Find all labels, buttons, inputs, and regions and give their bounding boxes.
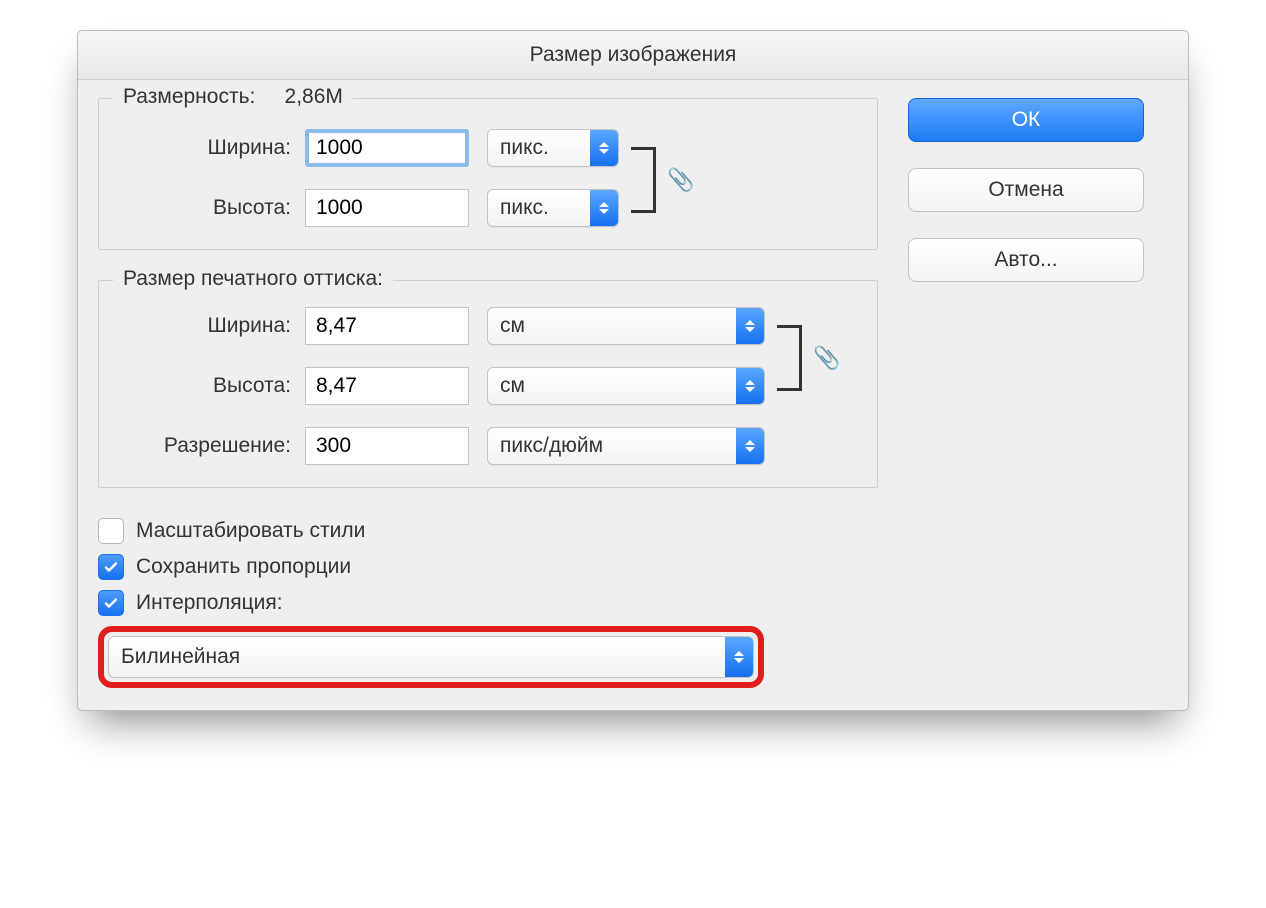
checkbox-unchecked-icon	[98, 518, 124, 544]
print-width-label: Ширина:	[121, 314, 291, 338]
print-size-legend: Размер печатного оттиска:	[113, 267, 393, 291]
pixel-height-unit-select[interactable]: пикс.	[487, 189, 619, 227]
chevron-updown-icon	[590, 190, 618, 226]
cancel-button[interactable]: Отмена	[908, 168, 1144, 212]
paperclip-icon: 📎	[667, 167, 694, 193]
chevron-updown-icon	[725, 637, 753, 677]
print-height-label: Высота:	[121, 374, 291, 398]
print-width-unit-text: см	[488, 314, 736, 338]
print-width-unit-select[interactable]: см	[487, 307, 765, 345]
pixel-height-input[interactable]	[305, 189, 469, 227]
interpolation-label: Интерполяция:	[136, 591, 283, 615]
scale-styles-label: Масштабировать стили	[136, 519, 365, 543]
pixel-width-label: Ширина:	[121, 136, 291, 160]
interpolation-value: Билинейная	[109, 645, 725, 669]
print-height-unit-text: см	[488, 374, 736, 398]
checkbox-checked-icon	[98, 554, 124, 580]
chevron-updown-icon	[736, 308, 764, 344]
dialog-title: Размер изображения	[78, 31, 1188, 80]
print-size-group: Размер печатного оттиска: Ширина: см Выс…	[98, 280, 878, 488]
pixel-height-label: Высота:	[121, 196, 291, 220]
resolution-label: Разрешение:	[121, 434, 291, 458]
resolution-unit-select[interactable]: пикс/дюйм	[487, 427, 765, 465]
pixel-width-unit-select[interactable]: пикс.	[487, 129, 619, 167]
pixel-height-unit-text: пикс.	[488, 196, 590, 220]
file-size-text: 2,86M	[285, 85, 343, 108]
dimensions-label: Размерность:	[123, 85, 255, 108]
image-size-dialog: Размер изображения Размерность: 2,86M Ши…	[77, 30, 1189, 711]
resolution-unit-text: пикс/дюйм	[488, 434, 736, 458]
constrain-proportions-label: Сохранить пропорции	[136, 555, 351, 579]
scale-styles-checkbox-row[interactable]: Масштабировать стили	[98, 518, 878, 544]
interpolation-checkbox-row[interactable]: Интерполяция:	[98, 590, 878, 616]
chevron-updown-icon	[736, 368, 764, 404]
constrain-proportions-checkbox-row[interactable]: Сохранить пропорции	[98, 554, 878, 580]
resolution-input[interactable]	[305, 427, 469, 465]
print-width-input[interactable]	[305, 307, 469, 345]
constrain-link-icon	[777, 325, 802, 391]
pixel-width-unit-text: пикс.	[488, 136, 590, 160]
paperclip-icon: 📎	[813, 345, 840, 371]
pixel-dimensions-group: Размерность: 2,86M Ширина: пикс.	[98, 98, 878, 250]
print-height-unit-select[interactable]: см	[487, 367, 765, 405]
pixel-width-input[interactable]	[305, 129, 469, 167]
auto-button[interactable]: Авто...	[908, 238, 1144, 282]
constrain-link-icon	[631, 147, 656, 213]
chevron-updown-icon	[590, 130, 618, 166]
checkbox-checked-icon	[98, 590, 124, 616]
interpolation-highlight: Билинейная	[98, 626, 764, 688]
ok-button[interactable]: ОК	[908, 98, 1144, 142]
print-height-input[interactable]	[305, 367, 469, 405]
pixel-dimensions-legend: Размерность: 2,86M	[113, 85, 353, 109]
chevron-updown-icon	[736, 428, 764, 464]
interpolation-select[interactable]: Билинейная	[108, 636, 754, 678]
